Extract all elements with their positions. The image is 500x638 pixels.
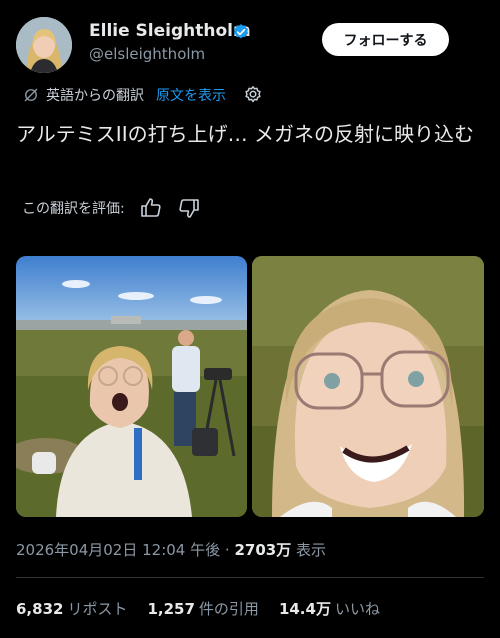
photo-right[interactable] <box>252 256 484 517</box>
quotes-label: 件の引用 <box>198 600 259 618</box>
author-name[interactable]: Ellie Sleightholm <box>89 21 251 41</box>
rate-translation-row: この翻訳を評価: <box>22 196 201 220</box>
avatar-image <box>16 17 72 73</box>
show-original-link[interactable]: 原文を表示 <box>156 85 226 105</box>
reposts-stat[interactable]: 6,832 リポスト <box>16 598 127 619</box>
reposts-label: リポスト <box>67 600 128 618</box>
avatar[interactable] <box>16 17 72 73</box>
follow-button[interactable]: フォローする <box>322 23 449 56</box>
translation-source-label: 英語からの翻訳 <box>46 88 144 104</box>
likes-label: いいね <box>334 600 380 618</box>
translate-icon <box>24 88 38 102</box>
photo-left[interactable] <box>16 256 247 517</box>
author-handle[interactable]: @elsleightholm <box>89 45 205 63</box>
launch-selfie-photo-left <box>16 256 247 517</box>
thumbs-up-icon[interactable] <box>139 196 163 220</box>
likes-stat[interactable]: 14.4万 いいね <box>279 598 380 619</box>
verified-badge-icon <box>233 24 249 39</box>
gear-icon[interactable] <box>242 84 264 106</box>
views-label: 表示 <box>295 541 326 559</box>
likes-count: 14.4万 <box>278 600 331 618</box>
reposts-count: 6,832 <box>16 600 64 618</box>
quotes-count: 1,257 <box>147 600 195 618</box>
launch-selfie-photo-right <box>252 256 484 517</box>
translation-bar: 英語からの翻訳 原文を表示 <box>22 84 264 106</box>
post-datetime[interactable]: 2026年04月02日 12:04 午後 <box>16 541 220 559</box>
views-count: 2703万 <box>234 541 292 559</box>
tweet-text: アルテミスIIの打ち上げ… メガネの反射に映り込む <box>16 122 474 146</box>
divider <box>16 577 484 578</box>
quotes-stat[interactable]: 1,257 件の引用 <box>147 598 258 619</box>
rate-translation-label: この翻訳を評価: <box>22 201 125 217</box>
thumbs-down-icon[interactable] <box>177 196 201 220</box>
engagement-stats: 6,832 リポスト 1,257 件の引用 14.4万 いいね <box>16 598 400 619</box>
post-meta: 2026年04月02日 12:04 午後 · 2703万 表示 <box>16 539 326 560</box>
